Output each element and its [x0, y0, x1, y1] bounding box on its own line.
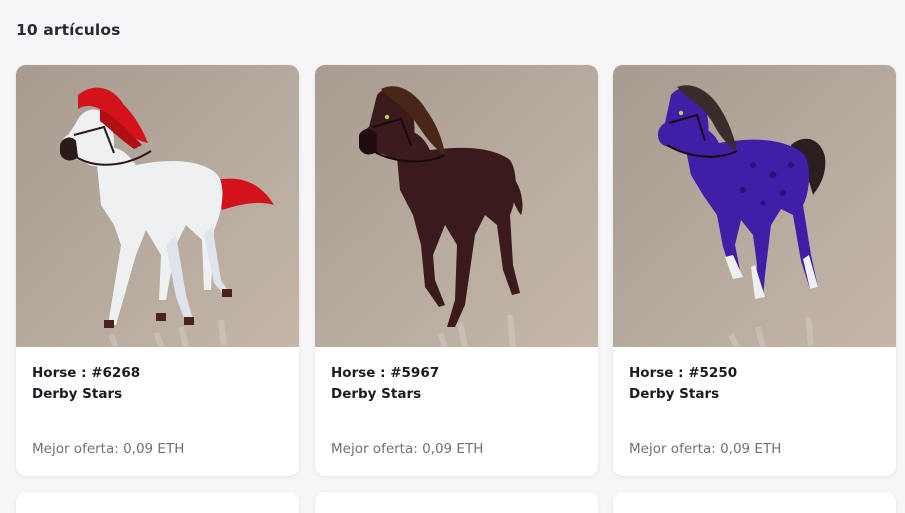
search-results-page: 10 artículos Horse: #6268 Derby Stars M… [0, 0, 905, 513]
item-card[interactable] [16, 492, 299, 513]
item-card[interactable] [315, 492, 598, 513]
item-image[interactable] [613, 65, 896, 347]
item-image[interactable] [315, 65, 598, 347]
item-title[interactable]: Horse : #5250 [629, 365, 880, 381]
item-card[interactable]: Horse : #5250 Derby Stars Mejor oferta: … [613, 65, 896, 476]
item-collection[interactable]: Derby Stars [331, 386, 582, 402]
results-count: 10 artículos [16, 21, 121, 39]
horse-image [613, 65, 896, 347]
item-card[interactable] [613, 492, 896, 513]
item-collection[interactable]: Derby Stars [629, 386, 880, 402]
horse-image [315, 65, 598, 347]
item-best-offer: Mejor oferta: 0,09 ETH [629, 441, 782, 457]
item-image[interactable] [16, 65, 299, 347]
item-best-offer: Mejor oferta: 0,09 ETH [331, 441, 484, 457]
item-title[interactable]: Horse : #5967 [331, 365, 582, 381]
item-title[interactable]: Horse : #6268 [32, 365, 283, 381]
horse-image [16, 65, 299, 347]
item-best-offer: Mejor oferta: 0,09 ETH [32, 441, 185, 457]
item-card[interactable]: Horse : #6268 Derby Stars Mejor oferta: … [16, 65, 299, 476]
item-card[interactable]: Horse : #5967 Derby Stars Mejor oferta: … [315, 65, 598, 476]
item-collection[interactable]: Derby Stars [32, 386, 283, 402]
